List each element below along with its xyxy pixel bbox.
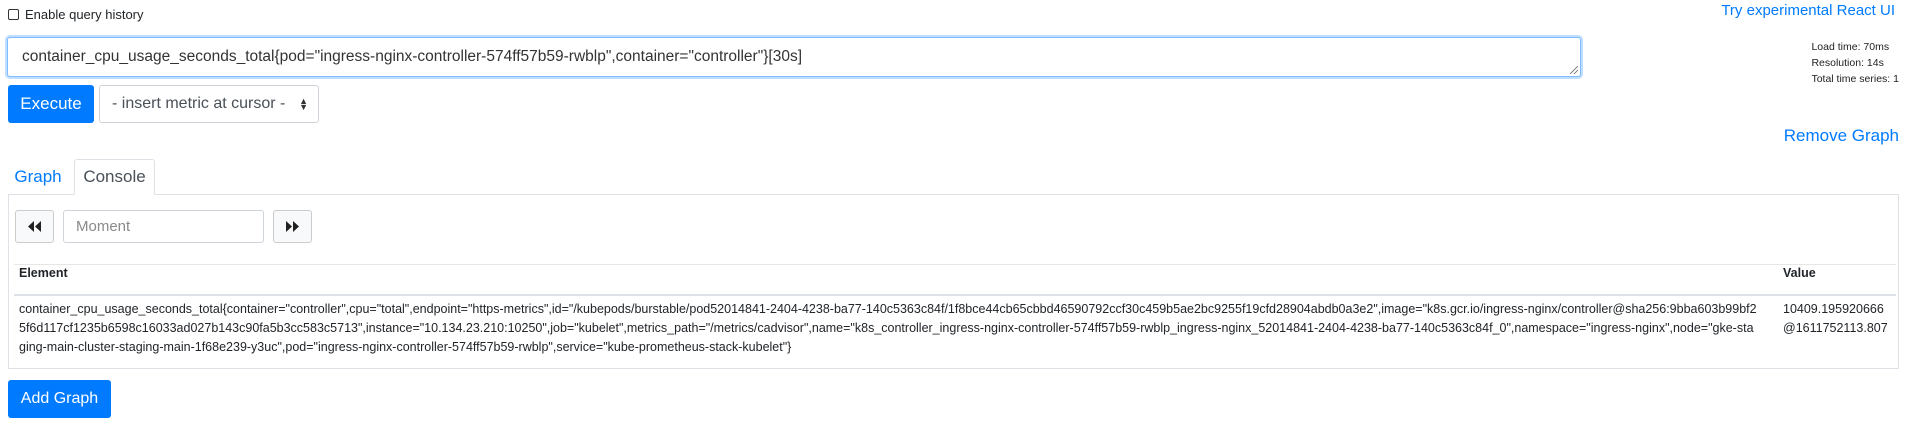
resize-grip-icon[interactable]	[1570, 66, 1578, 74]
table-header-divider	[14, 294, 1896, 296]
moment-back-button[interactable]	[15, 210, 54, 243]
query-history-toggle[interactable]: Enable query history	[8, 7, 144, 22]
sort-arrows-icon: ▲ ▼	[299, 96, 308, 112]
column-header-value: Value	[1783, 266, 1816, 280]
table-top-divider	[14, 264, 1896, 265]
query-history-checkbox[interactable]	[8, 9, 19, 20]
react-ui-link[interactable]: Try experimental React UI	[1721, 2, 1895, 19]
moment-forward-button[interactable]	[273, 210, 312, 243]
execute-button[interactable]: Execute	[8, 85, 94, 123]
expression-text: container_cpu_usage_seconds_total{pod="i…	[22, 48, 802, 65]
column-header-element: Element	[19, 266, 68, 280]
tab-graph[interactable]: Graph	[8, 160, 68, 194]
add-graph-button[interactable]: Add Graph	[8, 380, 111, 418]
backward-icon	[28, 221, 41, 232]
insert-metric-select[interactable]: - insert metric at cursor - ▲ ▼	[99, 85, 319, 123]
expression-input[interactable]: container_cpu_usage_seconds_total{pod="i…	[7, 37, 1581, 77]
total-time-series: Total time series: 1	[1811, 73, 1899, 85]
table-row-value: 10409.195920666 @1611752113.807	[1783, 302, 1888, 335]
remove-graph-link[interactable]: Remove Graph	[1784, 126, 1899, 146]
query-history-label: Enable query history	[25, 7, 144, 22]
forward-icon	[286, 221, 299, 232]
tab-console[interactable]: Console	[74, 159, 155, 195]
table-row-element: container_cpu_usage_seconds_total{contai…	[19, 302, 1757, 354]
insert-metric-select-value: - insert metric at cursor -	[112, 95, 286, 112]
resolution: Resolution: 14s	[1811, 57, 1884, 69]
load-time: Load time: 70ms	[1811, 41, 1890, 53]
moment-input[interactable]: Moment	[63, 210, 264, 243]
query-stats: Load time: 70ms Resolution: 14s Total ti…	[1811, 39, 1899, 87]
